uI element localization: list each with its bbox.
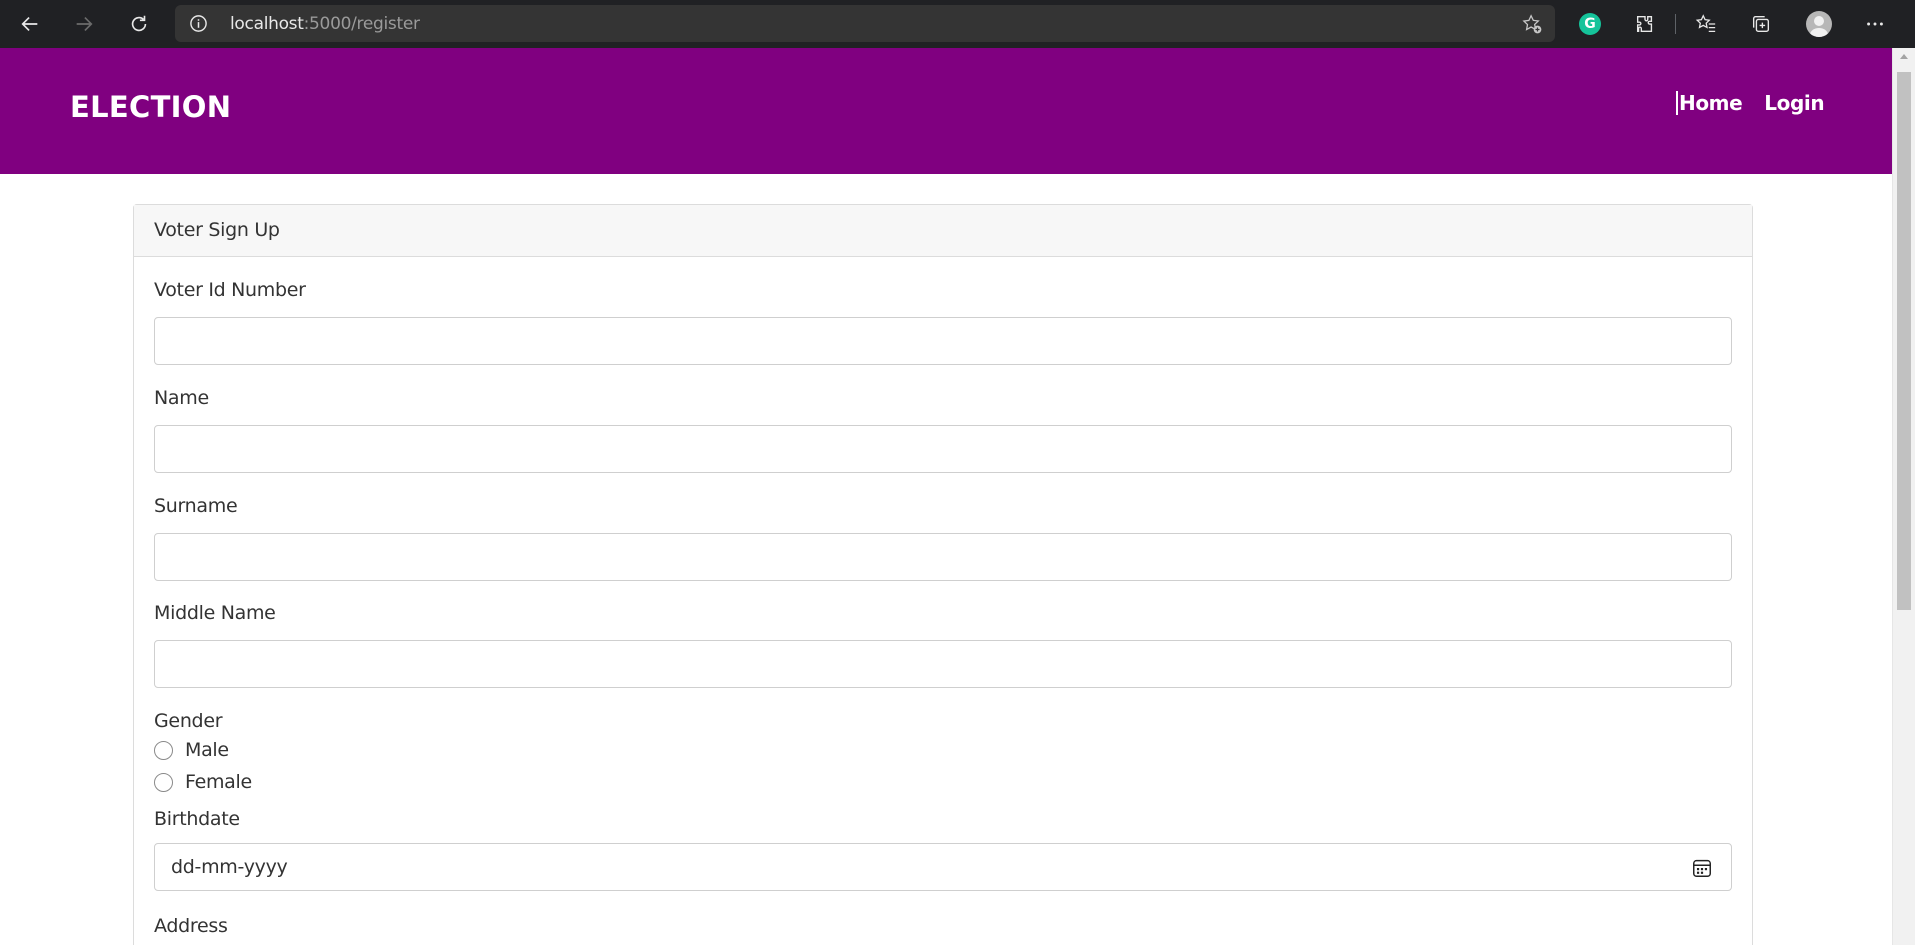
nav-links: Home Login — [1676, 91, 1825, 115]
scroll-up-arrow-icon[interactable] — [1900, 54, 1908, 59]
info-icon[interactable] — [189, 14, 208, 33]
signup-card: Voter Sign Up Voter Id Number Name Surna… — [133, 204, 1753, 945]
grammarly-letter: G — [1579, 13, 1601, 35]
extensions-icon[interactable] — [1631, 10, 1659, 38]
back-arrow-icon[interactable] — [14, 8, 46, 40]
middle-name-label: Middle Name — [154, 602, 276, 624]
forward-arrow-icon[interactable] — [68, 8, 100, 40]
birthdate-placeholder: dd-mm-yyyy — [171, 856, 288, 878]
avatar-image — [1806, 11, 1832, 37]
gender-option-male[interactable]: Male — [154, 739, 229, 761]
nav-link-login[interactable]: Login — [1764, 91, 1824, 115]
calendar-icon[interactable] — [1691, 857, 1713, 879]
url-text: localhost:5000/register — [230, 14, 420, 34]
page-scrollbar[interactable] — [1892, 48, 1915, 945]
toolbar-separator — [1675, 14, 1676, 34]
name-input[interactable] — [154, 425, 1732, 473]
surname-input[interactable] — [154, 533, 1732, 581]
male-label[interactable]: Male — [185, 739, 229, 761]
surname-label: Surname — [154, 495, 238, 517]
middle-name-input[interactable] — [154, 640, 1732, 688]
browser-toolbar: localhost:5000/register G — [0, 0, 1915, 48]
female-label[interactable]: Female — [185, 771, 252, 793]
nav-link-home[interactable]: Home — [1676, 91, 1743, 115]
birthdate-input[interactable]: dd-mm-yyyy — [154, 843, 1732, 891]
card-title: Voter Sign Up — [134, 205, 1752, 257]
url-host: localhost — [230, 14, 304, 34]
male-radio[interactable] — [154, 740, 173, 760]
birthdate-label: Birthdate — [154, 808, 240, 830]
name-label: Name — [154, 387, 209, 409]
voter-id-input[interactable] — [154, 317, 1732, 365]
address-bar[interactable]: localhost:5000/register — [175, 5, 1555, 42]
add-favorite-icon[interactable] — [1521, 13, 1543, 35]
scrollbar-thumb[interactable] — [1897, 72, 1911, 610]
favorites-icon[interactable] — [1692, 10, 1720, 38]
url-path: :5000/register — [303, 14, 420, 34]
gender-option-female[interactable]: Female — [154, 771, 252, 793]
brand-logo[interactable]: ELECTION — [70, 90, 231, 124]
collections-icon[interactable] — [1747, 10, 1775, 38]
voter-id-label: Voter Id Number — [154, 279, 306, 301]
reload-icon[interactable] — [123, 8, 155, 40]
profile-avatar[interactable] — [1805, 10, 1833, 38]
site-navbar: ELECTION Home Login — [0, 48, 1892, 174]
more-menu-icon[interactable] — [1861, 10, 1889, 38]
address-label: Address — [154, 915, 228, 937]
female-radio[interactable] — [154, 772, 173, 792]
grammarly-icon[interactable]: G — [1576, 10, 1604, 38]
gender-label: Gender — [154, 710, 223, 732]
